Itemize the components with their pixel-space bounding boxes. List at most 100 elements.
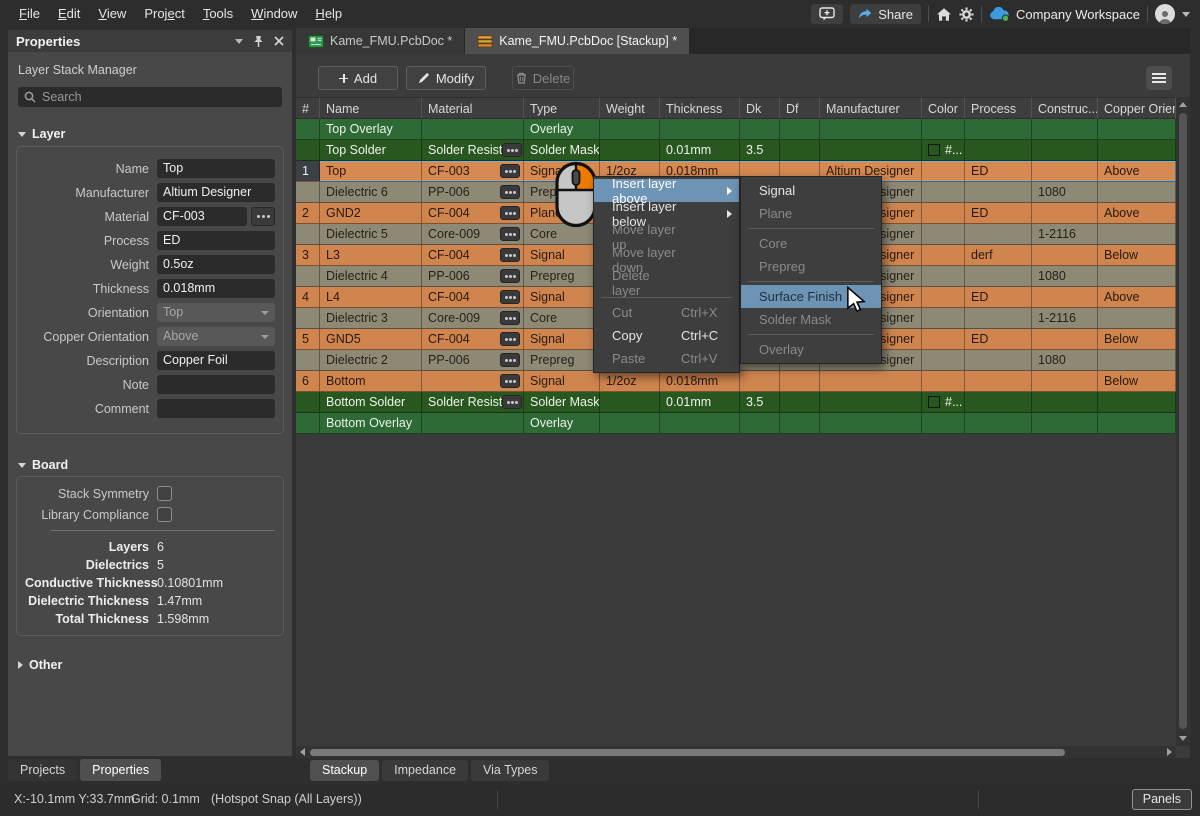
menu-item[interactable]: View — [89, 0, 135, 28]
material-ellipsis-button[interactable] — [500, 353, 520, 367]
header-cell[interactable]: Name — [320, 97, 422, 119]
submenu-item[interactable]: Plane — [741, 202, 881, 225]
section-other-header[interactable]: Other — [18, 658, 62, 672]
table-row[interactable]: Bottom Overlay Overlay — [296, 413, 1176, 434]
header-cell[interactable]: Weight — [600, 97, 660, 119]
panel-dropdown-icon[interactable] — [235, 39, 243, 44]
submenu-item[interactable] — [748, 281, 874, 282]
submenu-item[interactable]: Prepreg — [741, 255, 881, 278]
gear-icon[interactable] — [959, 7, 974, 22]
menu-item[interactable]: Edit — [49, 0, 89, 28]
table-row[interactable]: 6 Bottom Signal 1/2oz 0.018mm Below — [296, 371, 1176, 392]
context-menu-item[interactable]: Copy Ctrl+C — [594, 324, 739, 347]
field-input[interactable]: Top — [157, 303, 275, 322]
field-input[interactable]: Copper Foil — [157, 351, 275, 370]
material-ellipsis-button[interactable] — [500, 332, 520, 346]
search-box[interactable] — [18, 87, 282, 107]
panels-button[interactable]: Panels — [1132, 789, 1192, 810]
view-tab[interactable]: Via Types — [471, 760, 549, 781]
header-cell[interactable]: Thickness — [660, 97, 740, 119]
header-cell[interactable]: Df — [780, 97, 820, 119]
table-row[interactable]: Top Overlay Overlay — [296, 119, 1176, 140]
checkbox[interactable] — [157, 486, 172, 501]
menu-item[interactable]: Project — [135, 0, 193, 28]
field-input[interactable]: 0.5oz — [157, 255, 275, 274]
header-cell[interactable]: Construc... — [1032, 97, 1098, 119]
panel-footer-tab[interactable]: Projects — [8, 759, 77, 781]
header-cell[interactable]: Process — [965, 97, 1032, 119]
comment-button[interactable] — [811, 4, 843, 24]
material-ellipsis-button[interactable] — [500, 374, 520, 388]
table-row[interactable]: Top Solder Solder Resist Solder Mask 0.0… — [296, 140, 1176, 161]
panel-footer-tab[interactable]: Properties — [80, 759, 161, 781]
scroll-left-arrow[interactable] — [300, 748, 305, 756]
header-cell[interactable]: Type — [524, 97, 600, 119]
material-ellipsis-button[interactable] — [500, 164, 520, 178]
close-icon[interactable] — [274, 36, 284, 46]
search-input[interactable] — [42, 90, 276, 104]
share-button[interactable]: Share — [850, 4, 921, 24]
view-tab[interactable]: Impedance — [382, 760, 468, 781]
field-input[interactable]: CF-003 — [157, 207, 247, 226]
submenu-item[interactable] — [748, 334, 874, 335]
checkbox[interactable] — [157, 507, 172, 522]
material-ellipsis-button[interactable] — [500, 248, 520, 262]
submenu-item[interactable]: Signal — [741, 179, 881, 202]
material-ellipsis-button[interactable] — [502, 143, 522, 157]
field-input[interactable]: 0.018mm — [157, 279, 275, 298]
context-menu-item[interactable]: Delete layer — [594, 271, 739, 294]
material-ellipsis-button[interactable] — [500, 269, 520, 283]
field-input[interactable] — [157, 375, 275, 394]
scroll-down-arrow[interactable] — [1179, 736, 1187, 741]
document-tab[interactable]: Kame_FMU.PcbDoc * — [296, 28, 464, 54]
field-input[interactable]: Above — [157, 327, 275, 346]
material-ellipsis-button[interactable] — [251, 207, 275, 226]
material-ellipsis-button[interactable] — [500, 311, 520, 325]
field-input[interactable] — [157, 399, 275, 418]
header-cell[interactable]: Dk — [740, 97, 780, 119]
workspace-button[interactable]: Company Workspace — [989, 7, 1140, 22]
submenu-item[interactable] — [748, 228, 874, 229]
menu-item[interactable]: Tools — [194, 0, 242, 28]
avatar[interactable] — [1155, 4, 1175, 24]
menu-item[interactable]: File — [10, 0, 49, 28]
document-tab[interactable]: Kame_FMU.PcbDoc [Stackup] * — [465, 28, 689, 54]
header-cell[interactable]: Material — [422, 97, 524, 119]
header-cell[interactable]: Copper Orient — [1098, 97, 1176, 119]
view-tab[interactable]: Stackup — [310, 760, 379, 781]
scroll-right-arrow[interactable] — [1167, 748, 1172, 756]
header-cell[interactable]: Manufacturer — [820, 97, 922, 119]
context-menu-item[interactable]: Cut Ctrl+X — [594, 301, 739, 324]
material-ellipsis-button[interactable] — [500, 185, 520, 199]
menu-item[interactable]: Help — [306, 0, 351, 28]
submenu-item[interactable]: Overlay — [741, 338, 881, 361]
avatar-caret-icon[interactable] — [1182, 12, 1190, 17]
section-layer-header[interactable]: Layer — [18, 127, 65, 141]
context-menu-item[interactable]: Paste Ctrl+V — [594, 347, 739, 370]
modify-button[interactable]: Modify — [406, 66, 486, 90]
color-checkbox[interactable] — [928, 144, 940, 156]
scroll-thumb[interactable] — [1179, 113, 1187, 729]
scroll-thumb[interactable] — [310, 749, 1065, 756]
header-cell[interactable]: Color — [922, 97, 965, 119]
field-input[interactable]: ED — [157, 231, 275, 250]
delete-button[interactable]: Delete — [512, 66, 574, 90]
header-cell[interactable]: # — [296, 97, 320, 119]
table-row[interactable]: Bottom Solder Solder Resist Solder Mask … — [296, 392, 1176, 413]
material-ellipsis-button[interactable] — [500, 227, 520, 241]
vertical-scrollbar[interactable] — [1176, 97, 1190, 746]
horizontal-scrollbar[interactable] — [296, 746, 1176, 758]
submenu-item[interactable]: Core — [741, 232, 881, 255]
add-button[interactable]: Add — [318, 66, 398, 90]
material-ellipsis-button[interactable] — [502, 395, 522, 409]
field-input[interactable]: Altium Designer — [157, 183, 275, 202]
scroll-up-arrow[interactable] — [1179, 102, 1187, 107]
context-menu-item[interactable] — [601, 297, 732, 298]
material-ellipsis-button[interactable] — [500, 290, 520, 304]
menu-item[interactable]: Window — [242, 0, 306, 28]
pin-icon[interactable] — [253, 35, 264, 48]
home-icon[interactable] — [936, 7, 952, 22]
table-menu-button[interactable] — [1146, 66, 1172, 90]
section-board-header[interactable]: Board — [18, 458, 68, 472]
material-ellipsis-button[interactable] — [500, 206, 520, 220]
